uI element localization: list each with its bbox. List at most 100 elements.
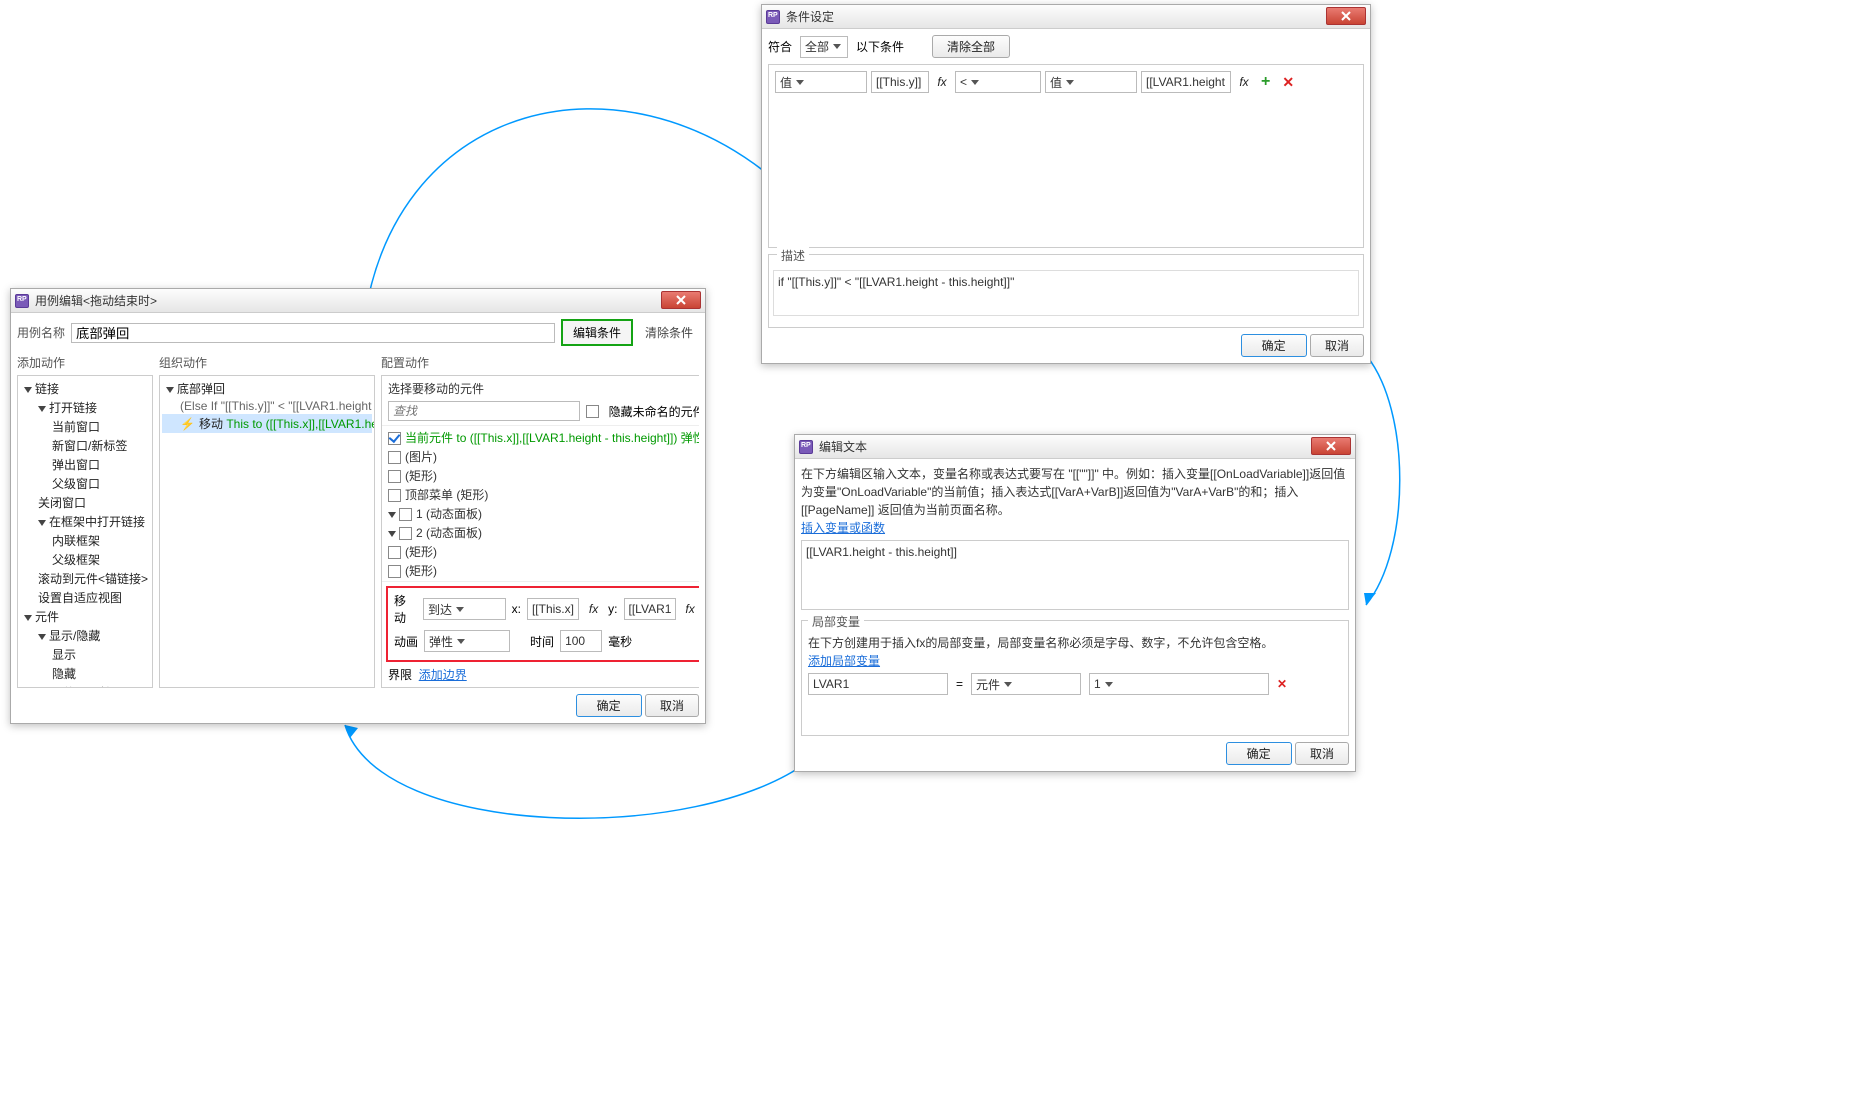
y-input[interactable] [624,598,676,620]
tree-item[interactable]: 显示 [20,645,150,664]
list-item[interactable]: 2 (动态面板) [386,523,699,542]
time-input[interactable] [560,630,602,652]
list-item[interactable]: (矩形) [386,466,699,485]
lv-type-dropdown[interactable]: 元件 [971,673,1081,695]
condition-builder-dialog: 条件设定 符合 全部 以下条件 清除全部 值 fx < 值 fx + ✕ 描述 [761,4,1371,364]
tree-item[interactable]: 内联框架 [20,531,150,550]
add-local-variable-link[interactable]: 添加局部变量 [808,654,880,668]
hide-unnamed-checkbox[interactable] [586,405,599,418]
cond-field2-dropdown[interactable]: 值 [1045,71,1137,93]
add-condition-icon[interactable]: + [1257,73,1274,91]
app-icon [15,294,29,308]
tree-item[interactable]: 关闭窗口 [20,493,150,512]
add-bounds-link[interactable]: 添加边界 [419,668,467,682]
lv-target-dropdown[interactable]: 1 [1089,673,1269,695]
ms-label: 毫秒 [608,633,632,650]
widget-search-input[interactable] [388,401,580,421]
widget-checkbox[interactable] [388,470,401,483]
lv-name-input[interactable] [808,673,948,695]
organize-action-header: 组织动作 [159,354,375,371]
list-item[interactable]: (矩形) [386,561,699,580]
fx-button[interactable]: fx [933,71,951,93]
fx-button[interactable]: fx [585,598,602,620]
x-input[interactable] [527,598,579,620]
tree-item[interactable]: 链接 [20,379,150,398]
delete-lv-icon[interactable]: ✕ [1277,677,1287,691]
tree-item[interactable]: 滚动到元件<锚链接> [20,569,150,588]
chevron-down-icon [971,80,979,85]
case-name-input[interactable] [71,323,555,343]
tree-item[interactable]: 显示/隐藏 [20,626,150,645]
clear-condition-button[interactable]: 清除条件 [639,322,699,343]
fx-button[interactable]: fx [682,598,699,620]
chevron-down-icon [1105,682,1113,687]
chevron-down-icon [796,80,804,85]
cancel-button[interactable]: 取消 [1310,334,1364,357]
titlebar[interactable]: 编辑文本 [795,435,1355,459]
condition-list: 值 fx < 值 fx + ✕ [768,64,1364,248]
tree-item[interactable]: 弹出窗口 [20,455,150,474]
match-dropdown[interactable]: 全部 [800,36,848,58]
fx-button[interactable]: fx [1235,71,1253,93]
titlebar[interactable]: 条件设定 [762,5,1370,29]
ok-button[interactable]: 确定 [1226,742,1292,765]
tree-item[interactable]: 元件 [20,607,150,626]
close-button[interactable] [1326,7,1366,25]
widget-checkbox[interactable] [388,565,401,578]
cond-operator-dropdown[interactable]: < [955,71,1041,93]
cond-field1-dropdown[interactable]: 值 [775,71,867,93]
tree-item[interactable]: 当前窗口 [20,417,150,436]
description-text[interactable]: if "[[This.y]]" < "[[LVAR1.height - this… [773,270,1359,316]
cond-value2-input[interactable] [1141,71,1231,93]
local-variable-header: 局部变量 [808,613,864,630]
case-editor-dialog: 用例编辑<拖动结束时> 用例名称 编辑条件 清除条件 添加动作 链接 打开链接 … [10,288,706,724]
tree-item[interactable]: 隐藏 [20,664,150,683]
expression-textarea[interactable]: [[LVAR1.height - this.height]] [801,540,1349,610]
insert-variable-link[interactable]: 插入变量或函数 [801,521,885,535]
cond-value1-input[interactable] [871,71,929,93]
chevron-down-icon [1004,682,1012,687]
list-item[interactable]: (图片) [386,447,699,466]
tree-item[interactable]: 在框架中打开链接 [20,512,150,531]
app-icon [766,10,780,24]
tree-item[interactable]: 新窗口/新标签 [20,436,150,455]
chevron-down-icon [833,44,841,49]
list-item[interactable]: (矩形) [386,580,699,582]
widget-list[interactable]: 当前元件 to ([[This.x]],[[LVAR1.height - thi… [382,425,699,582]
case-node[interactable]: 底部弹回 [162,379,372,398]
tree-item[interactable]: 父级窗口 [20,474,150,493]
clear-all-button[interactable]: 清除全部 [932,35,1010,58]
tree-item[interactable]: 打开链接 [20,398,150,417]
tree-item[interactable]: 父级框架 [20,550,150,569]
close-button[interactable] [1311,437,1351,455]
cancel-button[interactable]: 取消 [1295,742,1349,765]
widget-checkbox[interactable] [388,432,401,445]
widget-checkbox[interactable] [388,489,401,502]
close-button[interactable] [661,291,701,309]
move-type-dropdown[interactable]: 到达 [423,598,506,620]
widget-checkbox[interactable] [388,546,401,559]
cancel-button[interactable]: 取消 [645,694,699,717]
list-item[interactable]: 当前元件 to ([[This.x]],[[LVAR1.height - thi… [386,428,699,447]
delete-condition-icon[interactable]: ✕ [1278,74,1298,91]
equals-label: = [956,677,963,691]
list-item[interactable]: (矩形) [386,542,699,561]
edit-condition-button[interactable]: 编辑条件 [561,319,633,346]
anim-type-dropdown[interactable]: 弹性 [424,630,510,652]
widget-checkbox[interactable] [399,508,412,521]
ok-button[interactable]: 确定 [576,694,642,717]
widget-checkbox[interactable] [399,527,412,540]
list-item[interactable]: 1 (动态面板) [386,504,699,523]
action-node-selected[interactable]: ⚡移动 This to ([[This.x]],[[LVAR1.height -… [162,414,372,433]
match-label: 符合 [768,38,792,55]
move-label: 移动 [394,592,417,626]
action-tree[interactable]: 链接 打开链接 当前窗口 新窗口/新标签 弹出窗口 父级窗口 关闭窗口 在框架中… [17,375,153,688]
bounds-label: 界限 [388,668,412,682]
widget-checkbox[interactable] [388,451,401,464]
ok-button[interactable]: 确定 [1241,334,1307,357]
titlebar[interactable]: 用例编辑<拖动结束时> [11,289,705,313]
case-tree[interactable]: 底部弹回 (Else If "[[This.y]]" < "[[LVAR1.he… [159,375,375,688]
case-condition-text: (Else If "[[This.y]]" < "[[LVAR1.height … [162,398,372,414]
list-item[interactable]: 顶部菜单 (矩形) [386,485,699,504]
tree-item[interactable]: 设置自适应视图 [20,588,150,607]
